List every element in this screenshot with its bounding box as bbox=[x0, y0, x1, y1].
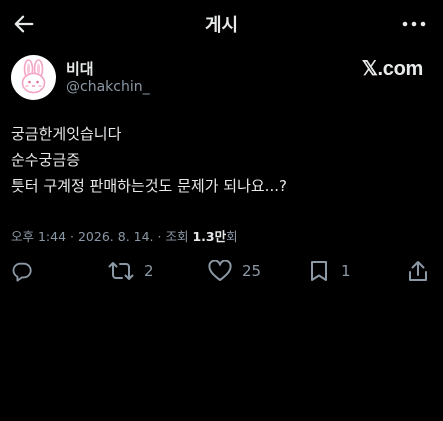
bunny-avatar-icon bbox=[21, 59, 46, 94]
share-button[interactable] bbox=[408, 258, 428, 284]
x-com-logo: 𝕏.com bbox=[361, 58, 424, 80]
more-horizontal-icon bbox=[402, 21, 426, 27]
tweet-meta: 오후 1:44 · 2026. 8. 14. · 조회 1.3만회 bbox=[11, 226, 238, 245]
tweet-text: 궁금한게잇습니다 순수궁금증 틋터 구계정 판매하는것도 문제가 되나요...? bbox=[11, 121, 431, 199]
retweet-icon bbox=[108, 262, 134, 280]
heart-icon bbox=[208, 260, 232, 281]
tweet-line: 틋터 구계정 판매하는것도 문제가 되나요...? bbox=[11, 177, 287, 195]
more-options-button[interactable] bbox=[401, 12, 427, 36]
tweet-line: 궁금한게잇습니다 bbox=[11, 125, 122, 143]
author-display-name[interactable]: 비대 bbox=[66, 58, 94, 79]
views-suffix: 회 bbox=[226, 229, 238, 244]
share-icon bbox=[409, 261, 427, 281]
tweet-line: 순수궁금증 bbox=[11, 151, 81, 169]
avatar[interactable] bbox=[11, 55, 56, 100]
tweet-time[interactable]: 오후 1:44 bbox=[11, 229, 66, 244]
bookmark-button[interactable]: 1 bbox=[310, 258, 351, 284]
views-count: 1.3만 bbox=[192, 229, 227, 244]
like-button[interactable]: 25 bbox=[208, 258, 261, 284]
reply-icon bbox=[12, 262, 32, 282]
action-bar: 2 25 1 bbox=[0, 258, 443, 284]
top-bar: 게시 bbox=[0, 0, 443, 48]
bookmark-count: 1 bbox=[341, 262, 351, 280]
like-count: 25 bbox=[242, 262, 262, 280]
bookmark-icon bbox=[311, 261, 327, 281]
views-label: 조회 bbox=[165, 229, 189, 244]
reply-button[interactable] bbox=[11, 258, 33, 284]
page-title: 게시 bbox=[204, 15, 239, 36]
retweet-count: 2 bbox=[144, 262, 154, 280]
tweet-date[interactable]: 2026. 8. 14. bbox=[78, 229, 154, 244]
retweet-button[interactable]: 2 bbox=[108, 258, 154, 284]
author-handle[interactable]: @chakchin_ bbox=[66, 79, 150, 95]
meta-separator: · bbox=[70, 229, 78, 244]
